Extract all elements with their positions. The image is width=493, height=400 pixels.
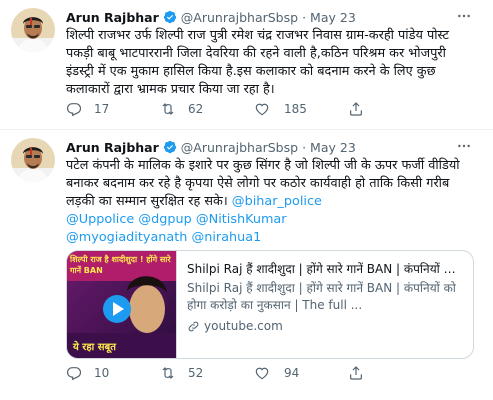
like-button[interactable]: 94 xyxy=(254,365,348,381)
card-title: Shilpi Raj हैं शादीशुदा | होंगे सारे गान… xyxy=(187,262,465,276)
link-preview-card[interactable]: शिल्पी राज है शादीशुदा ! होंगे सारे गाने… xyxy=(66,250,474,359)
tweet-actions: 17 62 185 xyxy=(66,101,442,117)
reply-icon xyxy=(66,367,82,381)
like-count: 185 xyxy=(284,102,307,116)
mention-link[interactable]: @Uppolice xyxy=(66,212,134,227)
reply-icon xyxy=(66,103,82,117)
tweet-header: Arun Rajbhar @ArunrajbharSbsp · May 23 xyxy=(66,8,356,26)
author-name[interactable]: Arun Rajbhar xyxy=(66,140,159,155)
card-domain-text: youtube.com xyxy=(204,319,283,333)
retweet-icon xyxy=(162,103,174,115)
separator-dot: · xyxy=(302,9,307,25)
retweet-button[interactable]: 62 xyxy=(160,101,254,117)
tweet[interactable]: Arun Rajbhar @ArunrajbharSbsp · May 23 प… xyxy=(0,130,493,400)
link-icon xyxy=(188,321,199,332)
more-icon[interactable] xyxy=(455,7,473,25)
tweet-actions: 10 52 94 xyxy=(66,365,442,381)
avatar[interactable] xyxy=(11,138,55,182)
retweet-button[interactable]: 52 xyxy=(160,365,254,381)
reply-count: 17 xyxy=(94,102,110,116)
separator-dot: · xyxy=(302,139,307,155)
retweet-count: 62 xyxy=(188,102,204,116)
avatar[interactable] xyxy=(11,8,55,52)
reply-count: 10 xyxy=(94,366,110,380)
like-icon xyxy=(255,103,269,116)
tweet-text: शिल्पी राजभर उर्फ शिल्पी राज पुत्री रमेश… xyxy=(66,28,449,97)
share-button[interactable] xyxy=(348,101,442,117)
video-thumbnail[interactable]: शिल्पी राज है शादीशुदा ! होंगे सारे गाने… xyxy=(67,251,177,358)
tweet-timestamp[interactable]: May 23 xyxy=(310,10,356,25)
mention-link[interactable]: @bihar_police xyxy=(232,194,322,209)
mention-link[interactable]: @myogiadityanath xyxy=(66,230,187,245)
author-handle[interactable]: @ArunrajbharSbsp xyxy=(181,10,298,25)
thumbnail-caption-bottom: ये रहा सबूत xyxy=(73,342,116,353)
reply-button[interactable]: 10 xyxy=(66,365,160,381)
reply-button[interactable]: 17 xyxy=(66,101,160,117)
tweet-text: पटेल कंपनी के मालिक के इशारे पर कुछ सिंग… xyxy=(66,157,476,247)
tweet-header: Arun Rajbhar @ArunrajbharSbsp · May 23 xyxy=(66,138,356,156)
mention-link[interactable]: @NitishKumar xyxy=(196,212,287,227)
tweet[interactable]: Arun Rajbhar @ArunrajbharSbsp · May 23 श… xyxy=(0,0,493,129)
like-count: 94 xyxy=(284,366,300,380)
mention-link[interactable]: @nirahua1 xyxy=(191,230,261,245)
like-button[interactable]: 185 xyxy=(254,101,348,117)
author-handle[interactable]: @ArunrajbharSbsp xyxy=(181,140,298,155)
card-text: Shilpi Raj हैं शादीशुदा | होंगे सारे गान… xyxy=(177,251,473,358)
share-button[interactable] xyxy=(348,365,442,381)
card-description: Shilpi Raj हैं शादीशुदा | होंगे सारे गान… xyxy=(187,281,456,312)
share-icon xyxy=(350,102,362,116)
retweet-count: 52 xyxy=(188,366,204,380)
thumbnail-caption-top: शिल्पी राज है शादीशुदा ! होंगे सारे गाने… xyxy=(70,255,171,275)
tweet-timestamp[interactable]: May 23 xyxy=(310,140,356,155)
card-domain: youtube.com xyxy=(187,318,465,335)
mention-link[interactable]: @dgpup xyxy=(138,212,191,227)
share-icon xyxy=(350,366,362,380)
verified-badge-icon xyxy=(163,10,177,24)
like-icon xyxy=(255,367,269,380)
verified-badge-icon xyxy=(163,140,177,154)
retweet-icon xyxy=(162,367,174,379)
author-name[interactable]: Arun Rajbhar xyxy=(66,10,159,25)
more-icon[interactable] xyxy=(455,137,473,155)
